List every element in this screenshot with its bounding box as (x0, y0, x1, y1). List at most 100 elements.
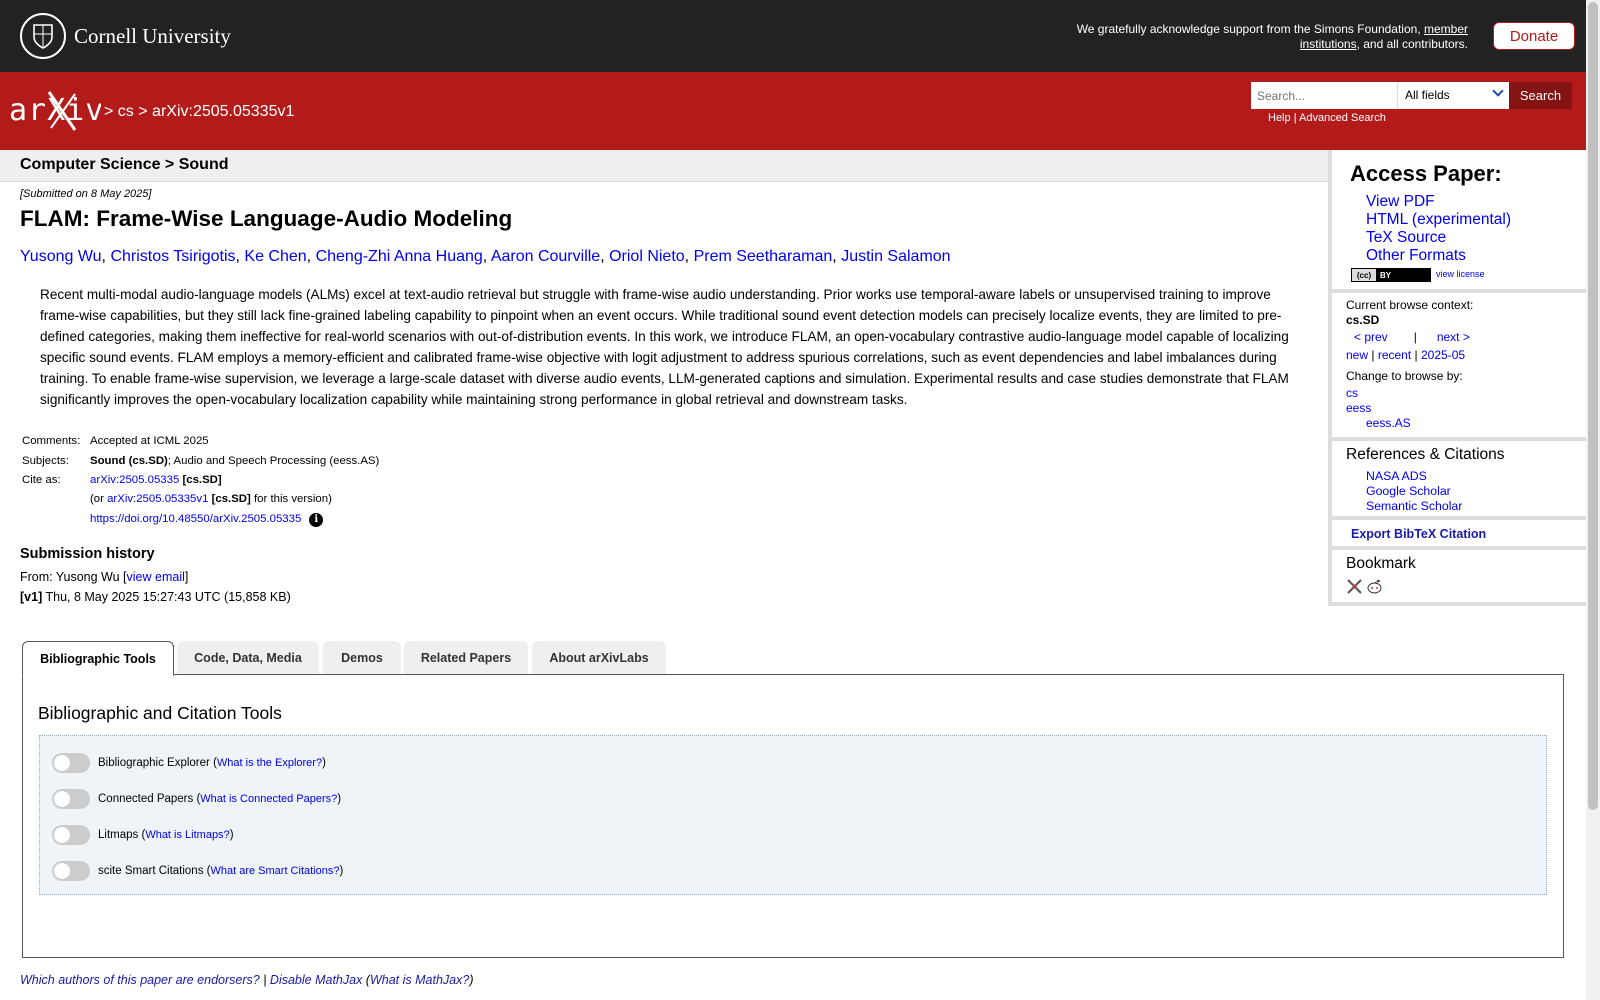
export-bibtex: Export BibTeX Citation (1332, 520, 1586, 550)
browse-cs-link[interactable]: cs (1346, 386, 1358, 400)
cite-version-row: (or arXiv:2505.05335v1 [cs.SD] for this … (22, 490, 379, 509)
paren-open: ( (362, 973, 370, 987)
breadcrumb-sep: > (104, 103, 114, 120)
cite-or: (or (90, 493, 108, 506)
bookmark: Bookmark (1332, 550, 1586, 606)
search-field-select[interactable]: All fields (1397, 82, 1509, 109)
breadcrumb-cs[interactable]: cs (118, 103, 134, 120)
author-list: Yusong Wu, Christos Tsirigotis, Ke Chen,… (20, 248, 951, 265)
tex-source-link[interactable]: TeX Source (1366, 229, 1511, 247)
cc-icon: (cc) (1352, 269, 1376, 281)
google-scholar-link[interactable]: Google Scholar (1366, 484, 1462, 499)
info-icon[interactable]: i (309, 512, 324, 527)
scrollbar-thumb[interactable] (1588, 2, 1598, 810)
cite-version-link[interactable]: arXiv:2505.05335v1 (107, 493, 208, 505)
author-link[interactable]: Ke Chen (244, 248, 306, 265)
tool-help-link[interactable]: What are Smart Citations? (210, 865, 339, 877)
disable-mathjax-link[interactable]: Disable MathJax (270, 973, 362, 987)
browse-eess-link[interactable]: eess (1346, 401, 1371, 415)
search-button[interactable]: Search (1509, 82, 1572, 109)
search-input[interactable] (1251, 82, 1397, 109)
doi-link[interactable]: https://doi.org/10.48550/arXiv.2505.0533… (90, 513, 301, 525)
submission-history-title: Submission history (20, 546, 155, 562)
cite-version-value: (or arXiv:2505.05335v1 [cs.SD] for this … (90, 490, 379, 509)
recent-link[interactable]: recent (1378, 348, 1411, 362)
prev-link[interactable]: < prev (1354, 330, 1388, 344)
tab-demos[interactable]: Demos (323, 641, 401, 675)
advanced-search-link[interactable]: Advanced Search (1299, 112, 1386, 124)
browse-context-label: Current browse context: (1346, 298, 1474, 312)
browse-context-value: cs.SD (1346, 313, 1380, 327)
view-email-link[interactable]: view email (127, 570, 185, 584)
browse-eessas-link[interactable]: eess.AS (1366, 416, 1411, 430)
view-license-link[interactable]: view license (1436, 269, 1485, 279)
tool-help-link[interactable]: What is the Explorer? (217, 757, 322, 769)
author-link[interactable]: Oriol Nieto (609, 248, 685, 265)
license-badge-label: BY (1380, 270, 1392, 280)
view-pdf-link[interactable]: View PDF (1366, 193, 1511, 211)
other-formats-link[interactable]: Other Formats (1366, 247, 1511, 265)
author-link[interactable]: Justin Salamon (841, 248, 950, 265)
divider: | (1414, 348, 1418, 362)
subjects-row: Subjects: Sound (cs.SD); Audio and Speec… (22, 451, 379, 470)
comments-row: Comments: Accepted at ICML 2025 (22, 432, 379, 451)
author-link[interactable]: Yusong Wu (20, 248, 102, 265)
export-bibtex-link[interactable]: Export BibTeX Citation (1351, 527, 1486, 541)
tool-row-connected-papers: Connected Papers (What is Connected Pape… (52, 789, 341, 809)
new-link[interactable]: new (1346, 348, 1368, 362)
tool-help-link[interactable]: What is Connected Papers? (200, 793, 337, 805)
connected-papers-toggle[interactable] (52, 789, 90, 809)
subjects-label: Subjects: (22, 454, 69, 467)
html-link[interactable]: HTML (experimental) (1366, 211, 1511, 229)
author-link[interactable]: Prem Seetharaman (694, 248, 833, 265)
help-link[interactable]: Help (1268, 112, 1291, 124)
tool-row-litmaps: Litmaps (What is Litmaps?) (52, 825, 234, 845)
author-link[interactable]: Christos Tsirigotis (110, 248, 235, 265)
tools-title: Bibliographic and Citation Tools (38, 703, 282, 723)
cc-by-license-badge[interactable]: (cc) BY (1351, 268, 1431, 282)
bibliographic-explorer-toggle[interactable] (52, 753, 90, 773)
tab-related-papers[interactable]: Related Papers (404, 641, 528, 675)
author-link[interactable]: Aaron Courville (491, 248, 600, 265)
references-citations: References & Citations NASA ADS Google S… (1332, 441, 1586, 520)
divider: | (1371, 348, 1375, 362)
version-date: Thu, 8 May 2025 15:27:43 UTC (15,858 KB) (42, 590, 291, 604)
tab-code-data-media[interactable]: Code, Data, Media (177, 641, 319, 675)
scite-toggle[interactable] (52, 861, 90, 881)
tab-bibliographic-tools[interactable]: Bibliographic Tools (22, 641, 174, 676)
new-recent-month: new | recent | 2025-05 (1346, 348, 1465, 362)
nasa-ads-link[interactable]: NASA ADS (1366, 469, 1462, 484)
change-browse-label: Change to browse by: (1346, 369, 1463, 383)
other-subjects: ; Audio and Speech Processing (eess.AS) (167, 454, 380, 467)
cite-id-link[interactable]: arXiv:2505.05335 (90, 474, 179, 486)
reddit-icon[interactable] (1366, 578, 1383, 595)
download-links: View PDF HTML (experimental) TeX Source … (1366, 193, 1511, 265)
next-link[interactable]: next > (1437, 330, 1470, 344)
divider: | (1293, 112, 1297, 124)
what-is-mathjax-link[interactable]: What is MathJax? (370, 973, 469, 987)
semantic-scholar-link[interactable]: Semantic Scholar (1366, 499, 1462, 514)
bibsonomy-icon[interactable] (1346, 578, 1363, 595)
comments-label: Comments: (22, 435, 81, 448)
version-v1: [v1] Thu, 8 May 2025 15:27:43 UTC (15,85… (20, 590, 291, 604)
cite-version-category: [cs.SD] (208, 493, 251, 506)
breadcrumb-paper-id: arXiv:2505.05335v1 (152, 103, 295, 120)
empty-label (22, 510, 90, 529)
month-link[interactable]: 2025-05 (1421, 348, 1465, 362)
tool-label: Litmaps (98, 829, 139, 841)
endorsers-link[interactable]: Which authors of this paper are endorser… (20, 973, 260, 987)
bookmark-title: Bookmark (1346, 555, 1416, 572)
page-scrollbar[interactable] (1586, 0, 1600, 1000)
tool-row-scite: scite Smart Citations (What are Smart Ci… (52, 861, 343, 881)
subject-breadcrumb: Computer Science > Sound (20, 156, 229, 173)
author-link[interactable]: Cheng-Zhi Anna Huang (316, 248, 483, 265)
litmaps-toggle[interactable] (52, 825, 90, 845)
arxiv-logo[interactable]: arXiv (9, 90, 103, 140)
donate-button[interactable]: Donate (1493, 22, 1575, 50)
cite-row: Cite as: arXiv:2505.05335 [cs.SD] (22, 471, 379, 490)
arxiv-header: arXiv > cs > arXiv:2505.05335v1 All fiel… (0, 72, 1586, 150)
tab-about-arxivlabs[interactable]: About arXivLabs (532, 641, 666, 675)
tool-help-link[interactable]: What is Litmaps? (145, 829, 229, 841)
tool-label: Bibliographic Explorer (98, 757, 210, 769)
cornell-logo[interactable]: Cornell University (20, 13, 231, 59)
